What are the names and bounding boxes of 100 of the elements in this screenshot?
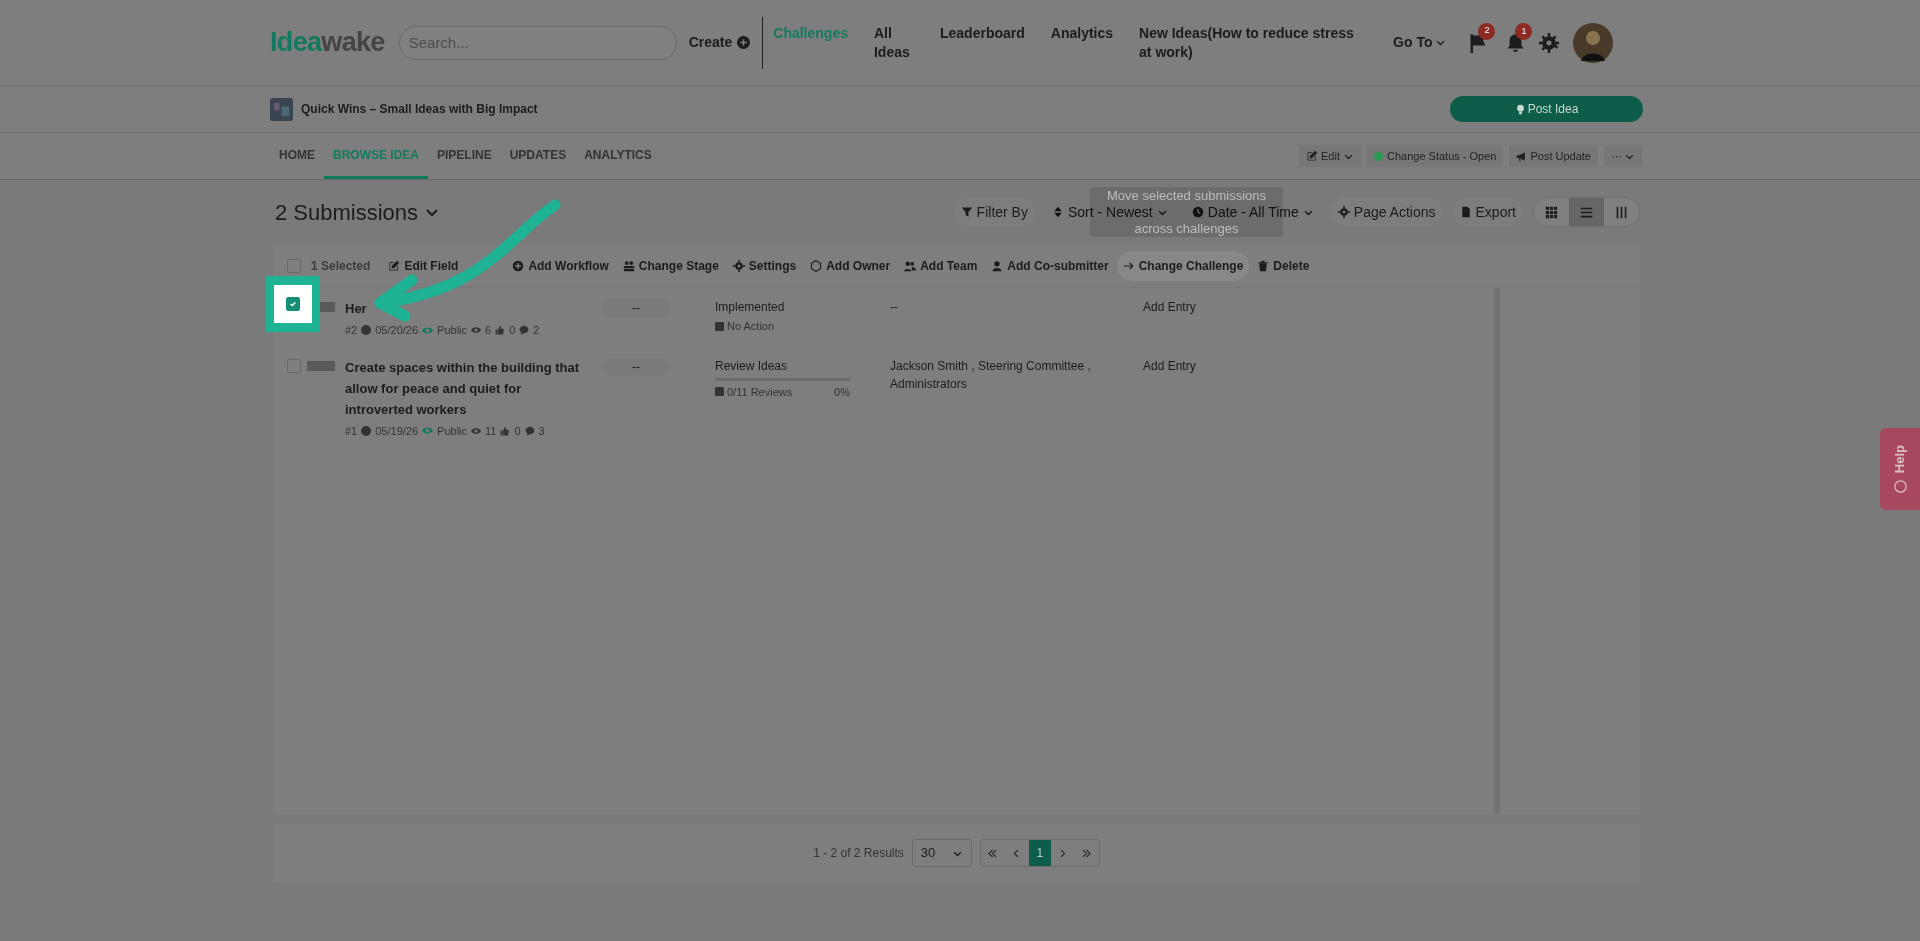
submission-date: 05/19/26 <box>375 423 419 439</box>
challenge-title: Quick Wins – Small Ideas with Big Impact <box>301 101 538 118</box>
comment-count: 3 <box>538 423 545 439</box>
review-count: 0/11 Reviews <box>727 384 793 400</box>
nav-link[interactable]: Analytics <box>1050 23 1114 43</box>
stage-label: Implemented <box>715 299 786 316</box>
comment-icon <box>519 325 530 336</box>
nav-link[interactable]: New Ideas(How to reduce stress at work) <box>1139 23 1370 62</box>
double-chevron-left-icon <box>987 847 999 859</box>
post-idea-button[interactable]: Post Idea <box>1450 96 1643 122</box>
notification-badge: 1 <box>1515 23 1533 40</box>
submissions-dropdown[interactable]: 2 Submissions <box>275 195 441 229</box>
columns-icon <box>1615 205 1628 219</box>
submission-title[interactable]: Create spaces within the building that allow for peace and quiet for introverted workers <box>345 356 585 420</box>
plus-circle-icon <box>512 259 525 272</box>
change-status-button[interactable]: Change Status - Open <box>1367 145 1504 167</box>
review-percent: 0% <box>834 384 850 400</box>
nav-link[interactable]: All Ideas <box>874 23 914 62</box>
visibility-label: Public <box>437 423 468 439</box>
logo-text: Ideawake <box>270 26 385 60</box>
tab[interactable]: ANALYTICS <box>575 133 661 179</box>
list-icon <box>1580 205 1593 219</box>
thumbs-up-icon <box>500 425 511 436</box>
trash-icon <box>1257 259 1270 272</box>
submission-title[interactable]: Her <box>345 298 585 319</box>
page-button[interactable]: 1 <box>1028 840 1051 866</box>
stage-label: Review Ideas <box>715 357 789 375</box>
results-count: 1 - 2 of 2 Results <box>813 845 904 862</box>
edit-icon <box>388 259 401 272</box>
help-icon <box>1893 479 1907 493</box>
eye-icon <box>471 425 482 436</box>
selected-count: 1 Selected <box>311 257 371 275</box>
bulk-action-button[interactable]: Change Challenge <box>1116 250 1250 281</box>
double-chevron-right-icon <box>1081 847 1093 859</box>
settings-icon <box>1337 206 1350 218</box>
bulk-action-button[interactable]: Add Co-submitter <box>991 250 1109 281</box>
nav-link[interactable]: Leaderboard <box>940 23 1025 43</box>
lightbulb-icon <box>1514 103 1526 115</box>
people-icon <box>622 259 635 272</box>
notification-badge: 2 <box>1478 22 1496 40</box>
bulk-action-button[interactable]: Add Team <box>904 250 978 281</box>
settings-button[interactable] <box>1539 32 1560 53</box>
tab[interactable]: PIPELINE <box>428 133 501 179</box>
bulk-action-button[interactable]: Add Workflow <box>512 250 609 281</box>
filter-icon <box>960 206 973 218</box>
add-entry-link[interactable]: Add Entry <box>1143 298 1196 316</box>
bulk-action-button[interactable]: Settings <box>732 250 797 281</box>
submission-number: #1 <box>345 423 358 439</box>
grid-icon <box>1545 205 1558 219</box>
owners-text: Jackson Smith , Steering Committee , Administrators <box>890 357 1092 393</box>
stop-icon <box>715 321 724 331</box>
bulk-action-button[interactable]: Delete <box>1257 250 1310 281</box>
edit-icon <box>1306 150 1318 162</box>
megaphone-icon <box>1516 150 1528 162</box>
thumbnail-placeholder <box>307 360 335 371</box>
per-page-select[interactable]: 30 <box>911 839 972 867</box>
clock-icon <box>1191 206 1204 218</box>
action-note: No Action <box>727 319 775 334</box>
like-count: 0 <box>509 323 516 338</box>
file-icon <box>1459 206 1472 218</box>
user-icon <box>991 259 1004 272</box>
score-pill: -- <box>603 299 669 317</box>
submission-date: 05/20/26 <box>375 323 419 338</box>
create-button[interactable]: Create <box>686 32 753 53</box>
check-icon <box>289 300 297 308</box>
comment-icon <box>524 425 535 436</box>
owners-text: -- <box>890 299 899 316</box>
bulk-action-button[interactable]: Add Owner <box>810 250 891 281</box>
challenge-thumbnail <box>270 97 293 121</box>
score-pill: -- <box>603 357 669 376</box>
help-tab[interactable]: Help <box>1880 428 1920 510</box>
clock-icon <box>361 425 372 436</box>
eye-icon <box>471 325 482 336</box>
tab[interactable]: HOME <box>270 133 324 179</box>
post-update-button[interactable]: Post Update <box>1509 145 1598 167</box>
goto-button[interactable]: Go To <box>1393 32 1447 53</box>
cube-icon <box>810 259 823 272</box>
thumbs-up-icon <box>495 325 506 336</box>
like-count: 0 <box>514 423 521 439</box>
bulk-action-button[interactable]: Change Stage <box>622 250 719 281</box>
avatar[interactable] <box>1573 22 1614 63</box>
eye-icon <box>422 425 434 437</box>
add-entry-link[interactable]: Add Entry <box>1143 356 1196 375</box>
view-count: 6 <box>485 323 492 338</box>
submission-number: #2 <box>345 323 358 338</box>
edit-button[interactable]: Edit <box>1299 145 1361 167</box>
more-button[interactable]: ··· <box>1604 145 1642 167</box>
view-toggle[interactable] <box>1569 198 1604 226</box>
view-count: 11 <box>485 423 497 439</box>
tab[interactable]: UPDATES <box>500 133 576 179</box>
settings-icon <box>1539 32 1560 53</box>
clock-icon <box>361 325 372 336</box>
comment-count: 2 <box>533 323 540 338</box>
checkbox[interactable] <box>286 297 300 311</box>
plus-circle-icon <box>737 36 751 49</box>
settings-icon <box>732 259 745 272</box>
eye-icon <box>422 324 434 336</box>
visibility-label: Public <box>437 323 468 338</box>
bulk-action-button[interactable]: Edit Field <box>388 250 459 281</box>
team-icon <box>904 259 917 272</box>
